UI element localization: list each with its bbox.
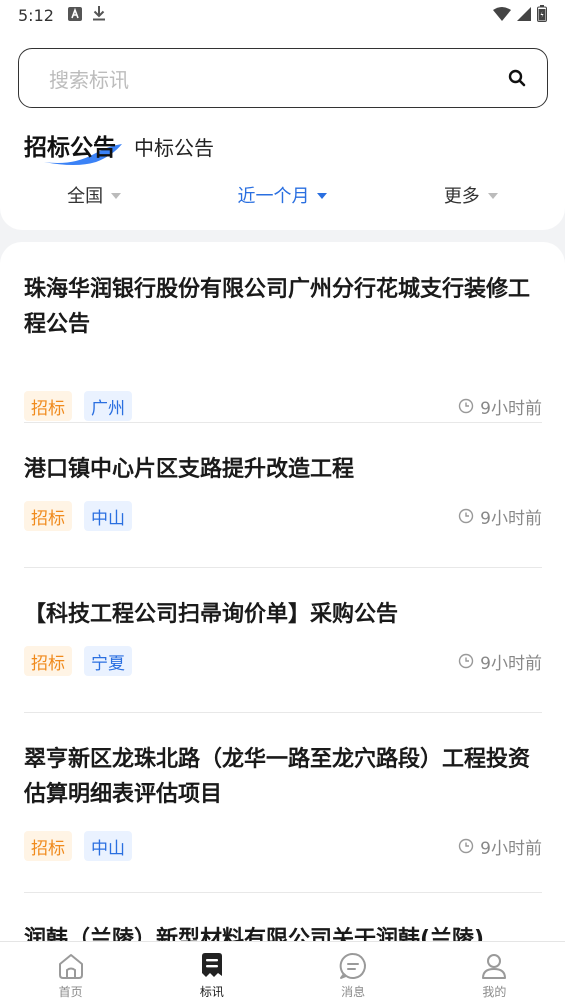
item-meta: 招标 中山 9小时前 bbox=[24, 501, 542, 531]
clock-icon bbox=[458, 838, 474, 854]
list-item[interactable]: 珠海华润银行股份有限公司广州分行花城支行装修工程公告 招标 广州 9小时前 bbox=[24, 272, 542, 423]
signal-icon bbox=[517, 6, 531, 25]
clock-icon bbox=[458, 653, 474, 669]
download-icon bbox=[92, 5, 106, 25]
filter-more[interactable]: 更多 bbox=[377, 182, 565, 208]
nav-label: 消息 bbox=[341, 984, 366, 999]
region-tag: 宁夏 bbox=[84, 646, 132, 676]
item-title: 润韩（兰陵）新型材料有限公司关于润韩(兰陵) bbox=[24, 927, 485, 942]
nav-profile[interactable]: 我的 bbox=[424, 942, 565, 1004]
search-input[interactable]: 搜索标讯 bbox=[49, 64, 505, 93]
type-tag: 招标 bbox=[24, 501, 72, 531]
notice-list: 珠海华润银行股份有限公司广州分行花城支行装修工程公告 招标 广州 9小时前 港口… bbox=[0, 242, 565, 942]
search-box[interactable]: 搜索标讯 bbox=[18, 48, 548, 108]
filter-region[interactable]: 全国 bbox=[0, 182, 188, 208]
item-title: 【科技工程公司扫帚询价单】采购公告 bbox=[24, 602, 399, 627]
list-item[interactable]: 翠亨新区龙珠北路（龙华一路至龙穴路段）工程投资估算明细表评估项目 招标 中山 9… bbox=[24, 742, 542, 893]
item-time: 9小时前 bbox=[458, 649, 542, 674]
item-time: 9小时前 bbox=[458, 504, 542, 529]
header-card: 搜索标讯 招标公告 中标公告 全国 近一个月 更多 bbox=[0, 30, 565, 230]
time-label: 9小时前 bbox=[480, 508, 542, 529]
home-icon bbox=[58, 953, 83, 979]
document-icon bbox=[201, 952, 222, 977]
item-time: 9小时前 bbox=[458, 394, 542, 419]
status-bar: 5:12 bbox=[0, 0, 565, 30]
caret-down-icon bbox=[487, 193, 498, 199]
item-title: 珠海华润银行股份有限公司广州分行花城支行装修工程公告 bbox=[24, 277, 531, 337]
caret-down-icon bbox=[317, 193, 328, 199]
message-icon bbox=[339, 952, 367, 979]
list-item[interactable]: 润韩（兰陵）新型材料有限公司关于润韩(兰陵) bbox=[24, 922, 542, 942]
tab-label: 招标公告 bbox=[24, 135, 116, 161]
type-tag: 招标 bbox=[24, 831, 72, 861]
item-meta: 招标 广州 9小时前 bbox=[24, 391, 542, 421]
type-tag: 招标 bbox=[24, 646, 72, 676]
item-title: 翠亨新区龙珠北路（龙华一路至龙穴路段）工程投资估算明细表评估项目 bbox=[24, 747, 531, 807]
bottom-nav: 首页 标讯 消息 我的 bbox=[0, 941, 565, 1004]
nav-bid-info[interactable]: 标讯 bbox=[141, 942, 282, 1004]
nav-home[interactable]: 首页 bbox=[0, 942, 141, 1004]
user-icon bbox=[482, 953, 507, 979]
search-icon[interactable] bbox=[505, 66, 529, 90]
time-label: 9小时前 bbox=[480, 838, 542, 859]
clock-icon bbox=[458, 398, 474, 414]
nav-label: 首页 bbox=[58, 984, 83, 999]
font-notification-icon bbox=[67, 6, 82, 25]
type-tag: 招标 bbox=[24, 391, 72, 421]
tab-bidding-notice[interactable]: 招标公告 bbox=[24, 128, 122, 165]
filter-bar: 全国 近一个月 更多 bbox=[0, 182, 565, 208]
region-tag: 中山 bbox=[84, 501, 132, 531]
filter-label: 全国 bbox=[67, 186, 104, 207]
time-label: 9小时前 bbox=[480, 398, 542, 419]
list-item[interactable]: 【科技工程公司扫帚询价单】采购公告 招标 宁夏 9小时前 bbox=[24, 597, 542, 713]
wifi-icon bbox=[493, 6, 511, 25]
filter-label: 近一个月 bbox=[237, 186, 310, 207]
nav-label: 我的 bbox=[482, 984, 507, 999]
item-time: 9小时前 bbox=[458, 834, 542, 859]
caret-down-icon bbox=[111, 193, 122, 199]
region-tag: 中山 bbox=[84, 831, 132, 861]
filter-time[interactable]: 近一个月 bbox=[188, 182, 376, 208]
status-time: 5:12 bbox=[18, 5, 54, 25]
item-meta: 招标 中山 9小时前 bbox=[24, 831, 542, 861]
battery-icon bbox=[537, 4, 547, 26]
nav-label: 标讯 bbox=[199, 984, 224, 999]
nav-messages[interactable]: 消息 bbox=[283, 942, 424, 1004]
time-label: 9小时前 bbox=[480, 653, 542, 674]
region-tag: 广州 bbox=[84, 391, 132, 421]
item-meta: 招标 宁夏 9小时前 bbox=[24, 646, 542, 676]
tab-bar: 招标公告 中标公告 bbox=[24, 128, 214, 165]
item-title: 港口镇中心片区支路提升改造工程 bbox=[24, 457, 355, 482]
filter-label: 更多 bbox=[443, 186, 480, 207]
clock-icon bbox=[458, 508, 474, 524]
tab-award-notice[interactable]: 中标公告 bbox=[134, 132, 214, 162]
list-item[interactable]: 港口镇中心片区支路提升改造工程 招标 中山 9小时前 bbox=[24, 452, 542, 568]
